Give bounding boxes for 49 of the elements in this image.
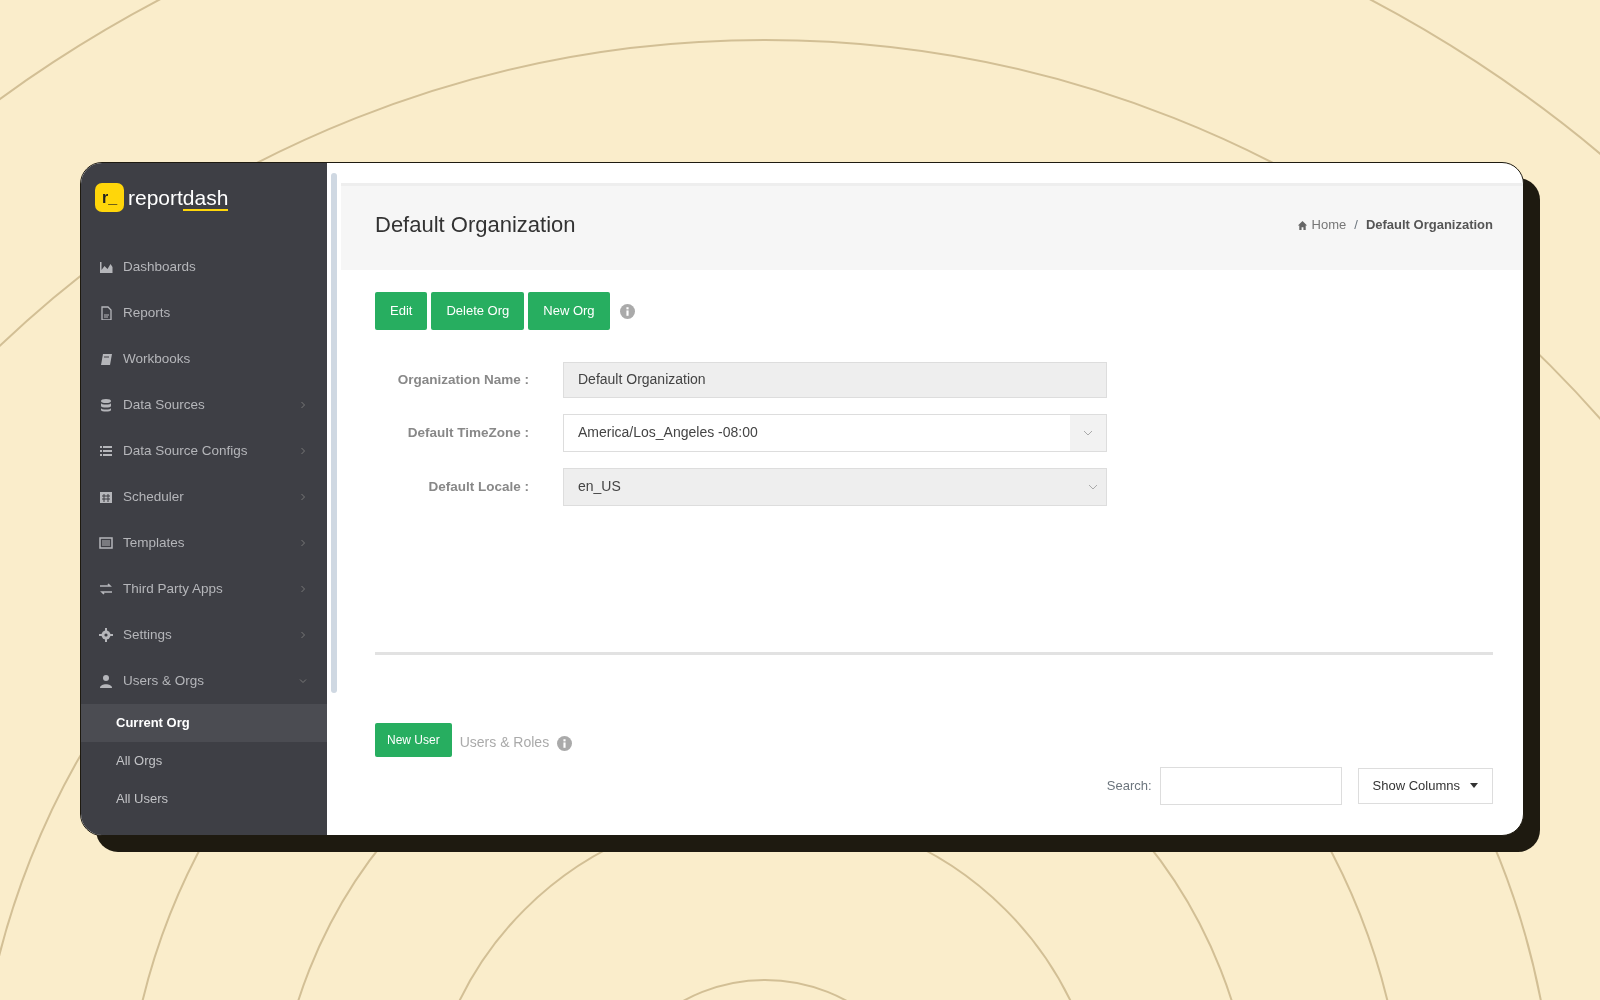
breadcrumb-current: Default Organization (1365, 216, 1493, 235)
sidebar-item[interactable]: Workbooks (81, 336, 327, 382)
book-icon (99, 352, 113, 366)
action-button[interactable]: Delete Org (431, 292, 525, 330)
submenu-item[interactable]: All Users (81, 780, 327, 818)
select-field: en_US (563, 467, 1107, 506)
calendar-icon (99, 490, 113, 504)
search-label: Search: (1106, 777, 1152, 796)
scrollbar-thumb[interactable] (331, 173, 337, 693)
sidebar-item[interactable]: Dashboards (81, 244, 327, 290)
transfer-icon (99, 582, 113, 596)
template-icon (99, 536, 113, 550)
caret-icon (1470, 783, 1478, 789)
show-columns-button[interactable]: Show Columns (1357, 767, 1493, 804)
list-icon (99, 444, 113, 458)
sidebar-item[interactable]: Scheduler (81, 474, 327, 520)
breadcrumb-separator: / (1353, 216, 1359, 235)
select-field[interactable]: America/Los_Angeles -08:00 (563, 413, 1107, 452)
sidebar-item[interactable]: Third Party Apps (81, 566, 327, 612)
logo-icon: r_ (95, 183, 124, 212)
sidebar-item[interactable]: Templates (81, 520, 327, 566)
field-label: Default Locale : (427, 477, 530, 496)
field-label: Default TimeZone : (406, 423, 530, 442)
chart-icon (99, 260, 113, 274)
submenu-item[interactable]: Current Org (81, 704, 327, 742)
action-button[interactable]: Edit (375, 292, 428, 330)
section-heading: Users & Roles (459, 732, 550, 752)
database-icon (99, 398, 113, 412)
home-icon (1296, 219, 1308, 231)
chevron-icon (1083, 429, 1093, 436)
action-button[interactable]: New Org (528, 292, 610, 330)
document-icon (99, 306, 113, 320)
sidebar-item[interactable]: Reports (81, 290, 327, 336)
user-icon (99, 674, 113, 688)
search-field[interactable] (1159, 766, 1342, 805)
chevron-icon (1088, 483, 1098, 490)
new-user-button[interactable]: New User (375, 722, 452, 757)
sidebar-item[interactable]: Data Source Configs (81, 428, 327, 474)
info-icon[interactable] (619, 303, 635, 319)
page-title: Default Organization (375, 212, 576, 239)
info-icon[interactable] (557, 735, 573, 751)
breadcrumb-link[interactable]: Home (1311, 215, 1347, 235)
submenu-item[interactable]: All Orgs (81, 742, 327, 780)
field-label: Organization Name : (396, 370, 530, 389)
input-field[interactable]: Default Organization (563, 361, 1107, 398)
sidebar-item[interactable]: Data Sources (81, 382, 327, 428)
sidebar-item[interactable]: Users & Orgs (81, 658, 327, 704)
sidebar-item[interactable]: Settings (81, 612, 327, 658)
brand-name: reportdash (128, 187, 229, 208)
